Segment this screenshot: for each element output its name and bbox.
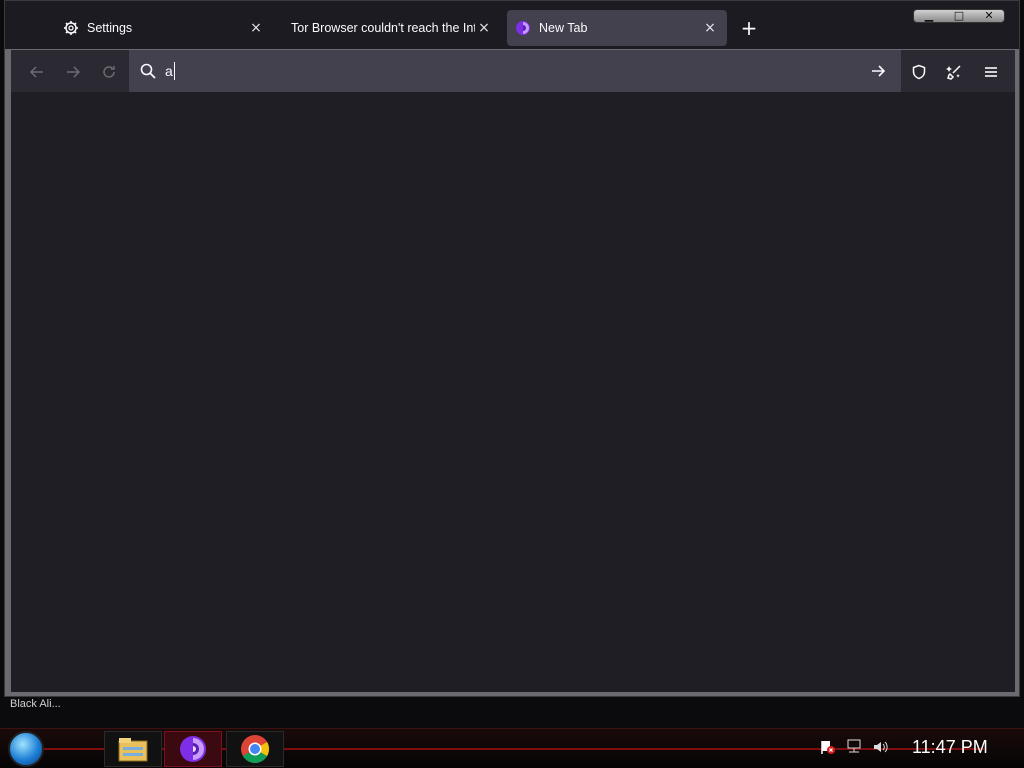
taskbar: 11:47 PM [0,728,1024,768]
network-error-icon[interactable] [820,739,836,755]
file-explorer-icon [118,738,148,762]
maximize-button[interactable]: □ [948,10,970,22]
arrow-right-icon [67,66,81,78]
taskbar-file-explorer[interactable] [104,731,162,767]
tor-browser-icon [180,736,206,762]
new-identity-button[interactable] [941,58,969,86]
gear-icon [63,20,79,36]
arrow-left-icon [29,66,43,78]
page-content [11,92,1015,692]
tab-title: New Tab [539,21,588,35]
arrow-right-icon [872,65,886,77]
new-tab-button[interactable]: + [737,16,761,40]
status-text: Black Ali... [10,698,61,710]
system-tray [820,739,888,755]
tab-title: Tor Browser couldn't reach the Inter [291,21,475,35]
shield-icon [912,64,926,80]
network-icon[interactable] [846,739,862,755]
volume-icon[interactable] [872,739,888,755]
reload-icon [103,66,115,78]
tor-onion-icon [515,20,531,36]
search-icon [139,62,157,80]
close-tab-button[interactable]: × [247,19,265,37]
chrome-icon [241,735,269,763]
reload-button[interactable] [95,58,123,86]
text-caret [174,62,175,80]
tab-strip: Settings × Tor Browser couldn't reach th… [5,1,1019,49]
forward-button[interactable] [59,58,87,86]
close-tab-button[interactable]: × [701,19,719,37]
go-button[interactable] [867,60,889,82]
taskbar-tor-browser[interactable] [164,731,222,767]
security-level-button[interactable] [905,58,933,86]
minimize-button[interactable]: ▁ [918,10,940,22]
taskbar-clock[interactable]: 11:47 PM [912,737,988,758]
browser-window: Settings × Tor Browser couldn't reach th… [4,0,1020,697]
start-button[interactable] [8,731,44,767]
tab-settings[interactable]: Settings × [55,10,273,46]
back-button[interactable] [23,58,51,86]
menu-button[interactable] [977,58,1005,86]
tab-new-tab[interactable]: New Tab × [507,10,727,46]
hamburger-menu-icon [985,67,997,77]
url-input[interactable] [165,60,765,82]
tab-connection-error[interactable]: Tor Browser couldn't reach the Inter × [281,10,501,46]
navigation-toolbar [11,50,1015,92]
window-controls: ▁ □ ✕ [913,9,1005,23]
address-bar[interactable] [129,50,901,92]
tab-title: Settings [87,21,133,35]
taskbar-chrome[interactable] [226,731,284,767]
broom-sparkle-icon [946,65,961,80]
close-tab-button[interactable]: × [475,19,493,37]
close-window-button[interactable]: ✕ [978,10,1000,22]
